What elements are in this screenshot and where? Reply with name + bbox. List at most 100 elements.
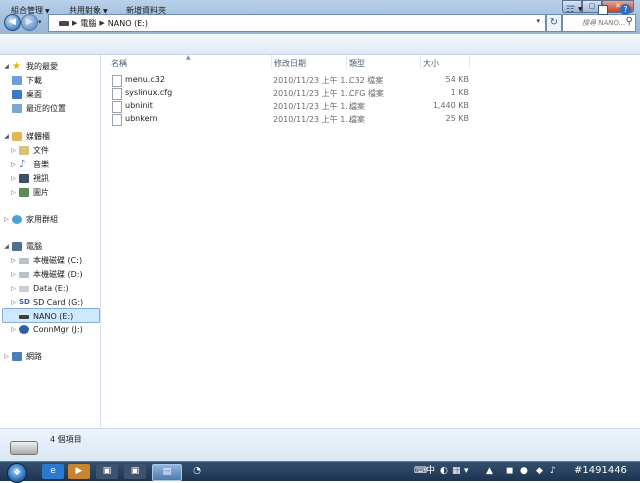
nav-documents[interactable]: ▷ 文件	[10, 144, 49, 157]
chevron-down-icon[interactable]: ▼	[578, 6, 583, 13]
column-divider[interactable]	[469, 55, 470, 69]
file-row[interactable]: ubnkern 2010/11/23 上午 1... 檔案 25 KB	[109, 113, 469, 126]
collapsed-icon[interactable]: ▷	[3, 216, 10, 223]
expanded-icon[interactable]: ◢	[3, 133, 10, 140]
taskbar: ❖ e ▶ ▣ ▣ ▤ ◔ ⌨ 中 ◐ ▦ ▾ ▲ ◼ ● ◆ ♪ #14914…	[0, 461, 640, 483]
ime-indicator[interactable]: 中	[426, 465, 435, 477]
file-row[interactable]: ubninit 2010/11/23 上午 1... 檔案 1,440 KB	[109, 100, 469, 113]
navigation-pane: ◢ ★ 我的最愛 下載 桌面 最近的位置 ◢ 媒體櫃 ▷ 文件 ▷ ♪ 音樂 ▷…	[0, 55, 101, 428]
nav-desktop[interactable]: 桌面	[10, 88, 42, 101]
nav-drive-connmgr[interactable]: ▷ ConnMgr (J:)	[10, 323, 83, 336]
column-divider[interactable]	[346, 55, 347, 69]
expanded-icon[interactable]: ◢	[3, 243, 10, 250]
homegroup-icon	[12, 215, 22, 224]
organize-button[interactable]: 組合管理 ▼	[11, 5, 50, 16]
preview-pane-icon[interactable]	[598, 5, 608, 15]
file-list: ▲ 名稱 修改日期 類型 大小 menu.c32 2010/11/23 上午 1…	[101, 54, 640, 428]
column-header-size[interactable]: 大小	[423, 58, 439, 69]
volume-icon[interactable]: ♪	[550, 465, 556, 477]
app-icon: ◔	[193, 466, 201, 476]
column-header-date[interactable]: 修改日期	[274, 58, 306, 69]
taskbar-app-button[interactable]: ▣	[96, 464, 118, 479]
ime-settings-icon[interactable]: ▦	[452, 465, 461, 477]
taskbar-media-button[interactable]: ▶	[68, 464, 90, 479]
nav-drive-data[interactable]: ▷ Data (E:)	[10, 282, 69, 295]
nav-network-label: 網路	[26, 352, 42, 361]
file-date: 2010/11/23 上午 1...	[273, 76, 353, 85]
ime-options-icon[interactable]: ▾	[464, 465, 469, 477]
forward-button[interactable]: ▶	[21, 14, 38, 31]
downloads-folder-icon	[12, 76, 22, 85]
refresh-button[interactable]: ↻	[546, 14, 562, 32]
drive-icon	[59, 20, 69, 26]
collapsed-icon[interactable]: ▷	[10, 299, 17, 306]
column-divider[interactable]	[271, 55, 272, 69]
search-input[interactable]: 搜尋 NANO... ⚲	[562, 14, 636, 32]
collapsed-icon[interactable]: ▷	[10, 189, 17, 196]
recent-pages-dropdown[interactable]: ▾	[38, 18, 46, 26]
help-icon[interactable]: ?	[620, 4, 631, 15]
file-type: 檔案	[349, 102, 365, 111]
taskbar-ie-button[interactable]: e	[42, 464, 64, 479]
address-dropdown-icon[interactable]: ▾	[536, 17, 540, 25]
new-folder-button[interactable]: 新增資料夾	[126, 5, 166, 16]
taskbar-app-button[interactable]: ▣	[124, 464, 146, 479]
back-button[interactable]: ◀	[4, 14, 21, 31]
address-bar[interactable]: ▶ 電腦 ▶ NANO (E:) ▾	[48, 14, 546, 32]
nav-drive-d-label: 本機磁碟 (D:)	[33, 270, 83, 279]
collapsed-icon[interactable]: ▷	[10, 285, 17, 292]
tray-app-icon[interactable]: ●	[520, 465, 528, 477]
file-row[interactable]: menu.c32 2010/11/23 上午 1... C32 檔案 54 KB	[109, 74, 469, 87]
column-header-type[interactable]: 類型	[349, 58, 365, 69]
documents-icon	[19, 146, 29, 155]
nav-computer[interactable]: ◢ 電腦	[3, 240, 42, 253]
file-name: syslinux.cfg	[125, 88, 173, 97]
computer-icon	[12, 242, 22, 251]
share-button[interactable]: 共用對象 ▼	[69, 5, 108, 16]
nav-music[interactable]: ▷ ♪ 音樂	[10, 158, 49, 171]
nav-pictures[interactable]: ▷ 圖片	[10, 186, 49, 199]
libraries-icon	[12, 132, 22, 141]
breadcrumb-computer[interactable]: 電腦	[80, 18, 96, 29]
nav-drive-sd[interactable]: ▷ SD SD Card (G:)	[10, 296, 83, 309]
collapsed-icon[interactable]: ▷	[10, 175, 17, 182]
start-button[interactable]: ❖	[7, 463, 27, 483]
app-icon: ▣	[130, 466, 140, 476]
search-placeholder: 搜尋 NANO...	[582, 19, 626, 27]
share-label: 共用對象	[69, 6, 101, 15]
ime-mode-icon[interactable]: ◐	[440, 465, 448, 477]
collapsed-icon[interactable]: ▷	[10, 271, 17, 278]
nav-favorites[interactable]: ◢ ★ 我的最愛	[3, 60, 58, 73]
app-icon: ▣	[102, 466, 112, 476]
nav-recent[interactable]: 最近的位置	[10, 102, 66, 115]
show-hidden-icons[interactable]: ▲	[486, 465, 493, 477]
collapsed-icon[interactable]: ▷	[10, 147, 17, 154]
breadcrumb-nano[interactable]: NANO (E:)	[108, 19, 148, 28]
nav-drive-c[interactable]: ▷ 本機磁碟 (C:)	[10, 254, 82, 267]
tray-app-icon[interactable]: ◆	[536, 465, 543, 477]
nav-drive-nano[interactable]: NANO (E:)	[10, 310, 73, 323]
taskbar-app-button[interactable]: ◔	[186, 464, 208, 479]
taskbar-explorer-button[interactable]: ▤	[152, 464, 182, 481]
nav-drive-data-label: Data (E:)	[33, 284, 69, 293]
nav-drive-c-label: 本機磁碟 (C:)	[33, 256, 83, 265]
expanded-icon[interactable]: ◢	[3, 63, 10, 70]
collapsed-icon[interactable]: ▷	[10, 257, 17, 264]
tray-app-icon[interactable]: ◼	[506, 465, 513, 477]
collapsed-icon[interactable]: ▷	[10, 326, 17, 333]
file-row[interactable]: syslinux.cfg 2010/11/23 上午 1... CFG 檔案 1…	[109, 87, 469, 100]
file-name: menu.c32	[125, 75, 165, 84]
nav-drive-d[interactable]: ▷ 本機磁碟 (D:)	[10, 268, 83, 281]
nav-homegroup[interactable]: ▷ 家用群組	[3, 213, 58, 226]
column-header-name[interactable]: 名稱	[111, 58, 127, 69]
nav-downloads[interactable]: 下載	[10, 74, 42, 87]
collapsed-icon[interactable]: ▷	[10, 161, 17, 168]
nav-videos[interactable]: ▷ 視訊	[10, 172, 49, 185]
details-pane: 4 個項目	[0, 428, 640, 462]
column-divider[interactable]	[420, 55, 421, 69]
view-options-icon[interactable]: ☷	[566, 5, 574, 15]
nav-network[interactable]: ▷ 網路	[3, 350, 42, 363]
nav-libraries[interactable]: ◢ 媒體櫃	[3, 130, 50, 143]
collapsed-icon[interactable]: ▷	[3, 353, 10, 360]
star-icon: ★	[12, 61, 21, 72]
